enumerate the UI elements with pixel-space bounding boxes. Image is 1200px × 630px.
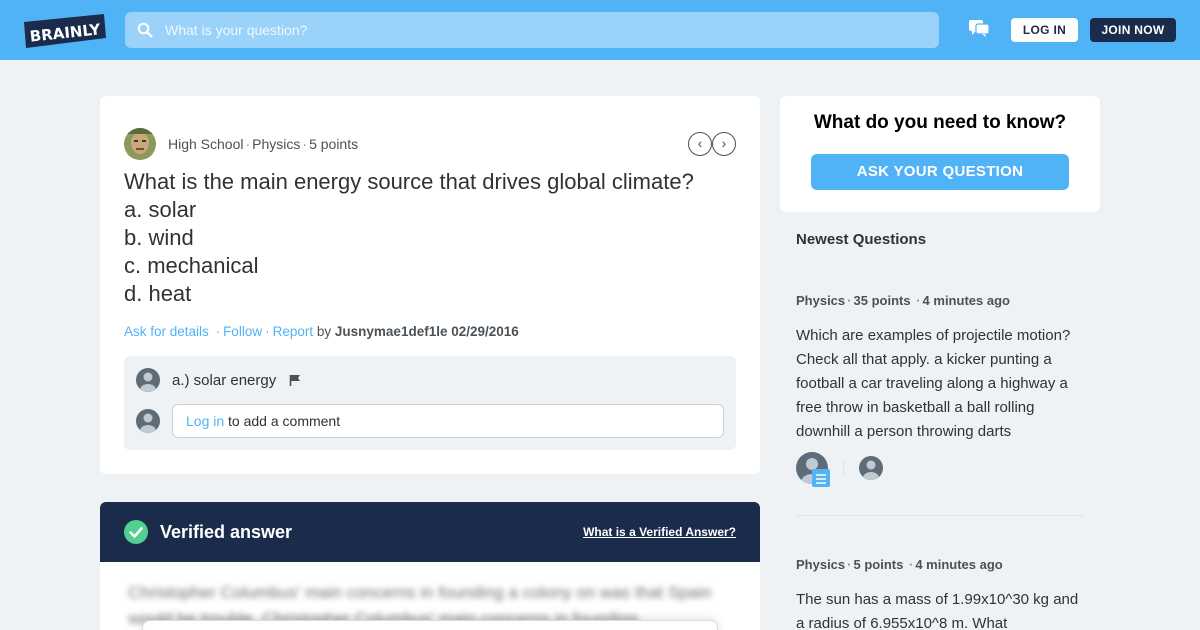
search-icon xyxy=(137,22,153,38)
comment-field[interactable]: Log in to add a comment xyxy=(172,404,724,438)
question-navigation: ‹ › xyxy=(688,132,736,156)
messages-icon[interactable] xyxy=(969,20,989,38)
flag-icon[interactable] xyxy=(289,374,301,386)
points-label: 5 points xyxy=(309,136,359,152)
comments-section: a.) solar energy Log in to add a comment xyxy=(124,356,736,450)
question-title: What is the main energy source that driv… xyxy=(124,169,694,194)
question-actions: Ask for details · Follow · Report by Jusnym… xyxy=(124,324,519,339)
verified-answer-header: Verified answer What is a Verified Answe… xyxy=(100,502,760,562)
newest-questions-heading: Newest Questions xyxy=(796,231,927,248)
nq-subject[interactable]: Physics xyxy=(796,293,845,308)
option-item: a. solar xyxy=(124,197,197,222)
question-card: High School · Physics · 5 points ‹ › What is … xyxy=(100,96,760,474)
by-label: by xyxy=(316,324,332,339)
question-date: 02/29/2016 xyxy=(451,324,519,339)
action-separator: · xyxy=(215,324,221,339)
nq-points: 5 points xyxy=(853,557,904,572)
verified-answer-body: Christopher Columbus' main concerns in f… xyxy=(100,562,760,630)
join-now-button[interactable]: JOIN NOW xyxy=(1090,18,1176,42)
comment-login-link[interactable]: Log in xyxy=(186,413,224,429)
option-item: c. mechanical xyxy=(124,253,259,278)
newest-question-text[interactable]: The sun has a mass of 1.99x10^30 kg and … xyxy=(796,588,1086,630)
question-divider xyxy=(796,515,1084,516)
option-item: b. wind xyxy=(124,225,194,250)
ask-question-card: What do you need to know? ASK YOUR QUEST… xyxy=(780,96,1100,212)
login-button[interactable]: LOG IN xyxy=(1011,18,1078,42)
nq-subject[interactable]: Physics xyxy=(796,557,845,572)
nq-points: 35 points xyxy=(853,293,911,308)
brainly-logo[interactable]: BRAINLY xyxy=(24,14,106,48)
option-item: d. heat xyxy=(124,281,192,306)
newest-question-text[interactable]: Which are examples of projectile motion?… xyxy=(796,324,1086,444)
comment-login-text: to add a comment xyxy=(224,413,341,429)
avatar-divider xyxy=(843,460,844,476)
ask-for-details-link[interactable]: Ask for details xyxy=(124,324,209,339)
question-meta: High School · Physics · 5 points xyxy=(168,136,358,152)
action-separator: · xyxy=(265,324,270,339)
user-avatar xyxy=(136,409,160,433)
meta-separator: · xyxy=(847,557,852,572)
subject-label[interactable]: Physics xyxy=(252,136,300,152)
search-bar[interactable]: What is your question? xyxy=(125,12,939,48)
meta-separator: · xyxy=(908,557,914,572)
answerer-avatar[interactable] xyxy=(859,456,883,480)
newest-question-meta: Physics · 5 points · 4 minutes ago xyxy=(796,557,1003,572)
nq-time: 4 minutes ago xyxy=(915,557,1003,572)
chevron-left-icon[interactable]: ‹ xyxy=(688,132,712,156)
asker-avatar[interactable] xyxy=(124,128,156,160)
meta-separator: · xyxy=(847,293,852,308)
ask-your-question-button[interactable]: ASK YOUR QUESTION xyxy=(811,154,1069,190)
unlock-answer-popup[interactable] xyxy=(142,620,718,630)
follow-link[interactable]: Follow xyxy=(223,324,262,339)
meta-separator: · xyxy=(916,293,921,308)
ask-card-title: What do you need to know? xyxy=(813,112,1067,133)
meta-separator: · xyxy=(302,136,308,152)
report-link[interactable]: Report xyxy=(273,324,314,339)
author-name[interactable]: Jusnymae1def1le xyxy=(335,324,448,339)
verified-badge-icon xyxy=(812,469,830,487)
verified-answer-title: Verified answer xyxy=(160,522,293,542)
newest-question-meta: Physics · 35 points · 4 minutes ago xyxy=(796,293,1010,308)
meta-separator: · xyxy=(245,136,251,152)
commenter-avatar[interactable] xyxy=(136,368,160,392)
login-button-label: LOG IN xyxy=(1022,23,1067,37)
question-content: What is the main energy source that driv… xyxy=(124,168,744,308)
top-bar: BRAINLY What is your question? LOG IN JO… xyxy=(0,0,1200,60)
comment-text: a.) solar energy xyxy=(172,372,277,389)
grade-label[interactable]: High School xyxy=(168,136,244,152)
what-is-verified-link[interactable]: What is a Verified Answer? xyxy=(583,525,736,539)
search-input[interactable]: What is your question? xyxy=(165,22,307,38)
nq-time: 4 minutes ago xyxy=(922,293,1010,308)
chevron-right-icon[interactable]: › xyxy=(712,132,736,156)
check-circle-icon xyxy=(124,520,148,544)
